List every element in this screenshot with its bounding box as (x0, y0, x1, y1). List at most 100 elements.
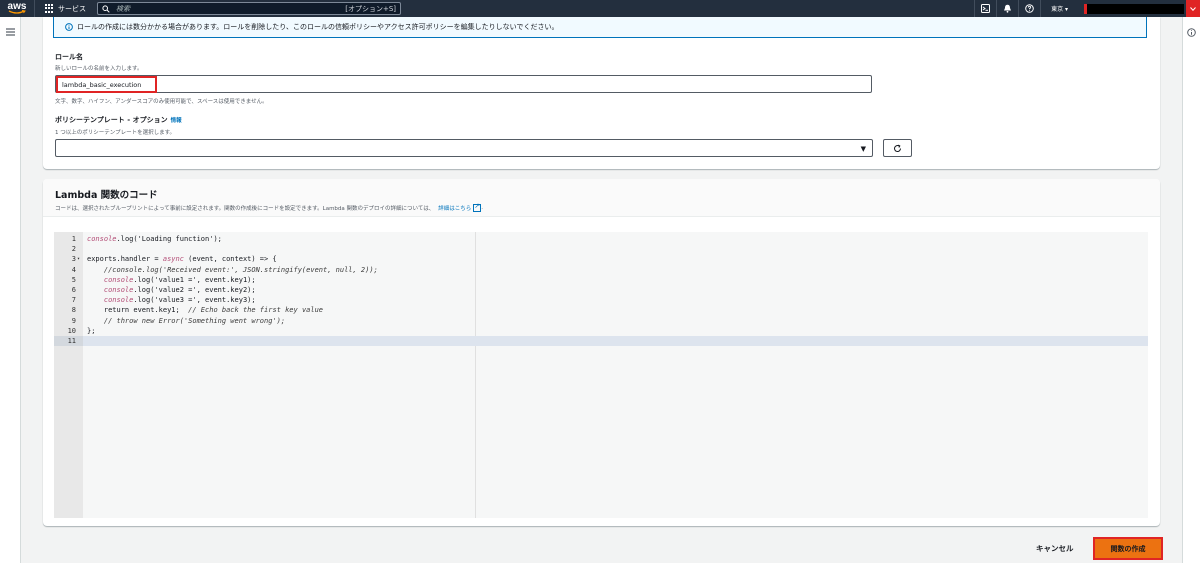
code-keyword: console (103, 275, 134, 284)
bell-icon (1004, 4, 1012, 13)
hamburger-menu-icon[interactable] (6, 28, 15, 36)
refresh-button[interactable] (883, 139, 912, 157)
line-number: 9 (71, 316, 76, 325)
line-number: 3 (71, 255, 76, 264)
code-token: .log('value1 =', event.key1); (133, 275, 256, 284)
external-link-icon (473, 202, 482, 212)
line-number: 6 (71, 285, 76, 294)
code-keyword: console (87, 235, 117, 243)
code-line[interactable]: 3 ▾ exports.handler = async (event, contex… (54, 254, 1148, 264)
grid-icon (45, 4, 54, 13)
code-token: .log('value2 =', event.key2); (133, 285, 256, 294)
code-line[interactable]: 5 console.log('value1 =', event.key1); (54, 275, 1148, 285)
code-token: exports.handler = (87, 255, 163, 264)
code-text: console.log('value2 =', event.key2); (87, 285, 256, 295)
code-text: exports.handler = async (event, context)… (87, 254, 277, 264)
line-number: 8 (71, 306, 76, 315)
code-token: .log('Loading function'); (116, 235, 222, 243)
search-shortcut-hint: [オプション+S] (345, 4, 396, 13)
line-number: 1 (71, 235, 76, 243)
lambda-code-panel: Lambda 関数のコード コードは、選択されたブループリントによって事前に設定… (43, 179, 1160, 526)
info-circle-icon (65, 23, 73, 31)
code-token: }; (87, 326, 96, 335)
role-settings-panel: ロールの作成には数分かかる場合があります。ロールを削除したり、このロールの信頼ポ… (43, 17, 1160, 169)
code-line[interactable]: 11 (54, 335, 1148, 347)
code-keyword: console (103, 285, 134, 294)
line-number: 5 (71, 275, 76, 284)
policy-template-select[interactable]: ▼ (55, 139, 873, 157)
policy-template-description: 1 つ以上のポリシーテンプレートを選択します。 (55, 130, 176, 136)
fold-toggle-icon[interactable]: ▾ (77, 254, 80, 264)
code-comment: // Echo back the first key value (188, 306, 324, 315)
search-input[interactable] (116, 4, 346, 13)
period-text: . (481, 205, 484, 211)
code-line[interactable]: 4 //console.log('Received event:', JSON.… (54, 265, 1148, 275)
code-keyword: async (162, 255, 184, 264)
code-token: (event, context) => { (183, 255, 277, 264)
account-menu-chevron[interactable] (1186, 0, 1200, 17)
code-token: return event.key1; (87, 306, 189, 315)
nav-right-group: 東京 ▾ (974, 0, 1200, 17)
top-navigation-bar: aws サービス [オプション+S] (0, 0, 1200, 17)
line-number: 2 (71, 245, 76, 254)
lambda-code-description-row: コードは、選択されたブループリントによって事前に設定されます。関数の作成後にコー… (55, 202, 484, 212)
code-text: console.log('Loading function'); (87, 234, 222, 244)
cloudshell-button[interactable] (974, 0, 996, 17)
code-line[interactable]: 8 return event.key1; // Echo back the fi… (54, 305, 1148, 315)
code-comment: // throw new Error('Something went wrong… (87, 316, 286, 325)
code-keyword: console (103, 296, 134, 305)
cancel-button[interactable]: キャンセル (1036, 543, 1074, 554)
aws-logo[interactable]: aws (0, 0, 34, 17)
notifications-button[interactable] (996, 0, 1018, 17)
aws-smile-icon (8, 10, 26, 14)
create-function-button[interactable]: 関数の作成 (1093, 537, 1163, 560)
role-name-input[interactable] (56, 76, 157, 93)
lambda-code-header: Lambda 関数のコード コードは、選択されたブループリントによって事前に設定… (43, 179, 1160, 217)
account-menu-redacted[interactable] (1084, 3, 1184, 14)
code-line[interactable]: 9 // throw new Error('Something went wro… (54, 316, 1148, 326)
line-number: 10 (67, 326, 76, 335)
role-name-description: 新しいロールの名前を入力します。 (55, 66, 143, 72)
lambda-code-description: コードは、選択されたブループリントによって事前に設定されます。関数の作成後にコー… (55, 206, 435, 212)
code-line[interactable]: 10}; (54, 326, 1148, 336)
policy-template-label: ポリシーテンプレート - オプション (55, 116, 168, 124)
code-text: // throw new Error('Something went wrong… (87, 316, 285, 326)
info-alert-text: ロールの作成には数分かかる場合があります。ロールを削除したり、このロールの信頼ポ… (77, 23, 559, 31)
left-side-rail (0, 17, 21, 563)
terminal-icon (981, 4, 991, 13)
global-search-box[interactable]: [オプション+S] (97, 2, 401, 15)
search-icon (102, 4, 110, 13)
info-panel-icon[interactable] (1187, 28, 1196, 37)
code-text: //console.log('Received event:', JSON.st… (87, 265, 378, 275)
line-number: 11 (54, 335, 83, 347)
code-line[interactable]: 7 console.log('value3 =', event.key3); (54, 295, 1148, 305)
code-lines[interactable]: 1 console.log('Loading function'); 2 3 ▾ expo… (54, 234, 1148, 347)
code-text: console.log('value3 =', event.key3); (87, 295, 256, 305)
learn-more-link[interactable]: 詳細はこちら (438, 204, 471, 212)
code-line[interactable]: 2 (54, 244, 1148, 254)
region-selector[interactable]: 東京 ▾ (1040, 0, 1078, 17)
lambda-code-title: Lambda 関数のコード (55, 190, 158, 201)
code-comment: //console.log('Received event:', JSON.st… (87, 265, 378, 274)
code-editor[interactable]: 1 console.log('Loading function'); 2 3 ▾ expo… (54, 232, 1148, 518)
caret-down-icon: ▼ (860, 145, 866, 153)
help-button[interactable] (1018, 0, 1040, 17)
role-name-field[interactable] (55, 75, 872, 93)
code-text: return event.key1; // Echo back the firs… (87, 305, 323, 315)
role-name-constraint: 文字、数字、ハイフン、アンダースコアのみ使用可能で、スペースは使用できません。 (55, 99, 268, 105)
services-menu-button[interactable]: サービス (34, 0, 94, 17)
code-text: }; (87, 326, 95, 336)
help-icon (1025, 4, 1034, 13)
line-number: 4 (71, 265, 76, 274)
role-name-label: ロール名 (55, 53, 83, 61)
code-line[interactable]: 6 console.log('value2 =', event.key2); (54, 285, 1148, 295)
policy-template-info-link[interactable]: 情報 (171, 116, 182, 124)
code-line[interactable]: 1 console.log('Loading function'); (54, 234, 1148, 244)
policy-template-label-row: ポリシーテンプレート - オプション 情報 (55, 115, 182, 125)
code-token: .log('value3 =', event.key3); (133, 296, 256, 305)
info-alert: ロールの作成には数分かかる場合があります。ロールを削除したり、このロールの信頼ポ… (53, 17, 1147, 38)
chevron-down-icon (1190, 6, 1196, 11)
